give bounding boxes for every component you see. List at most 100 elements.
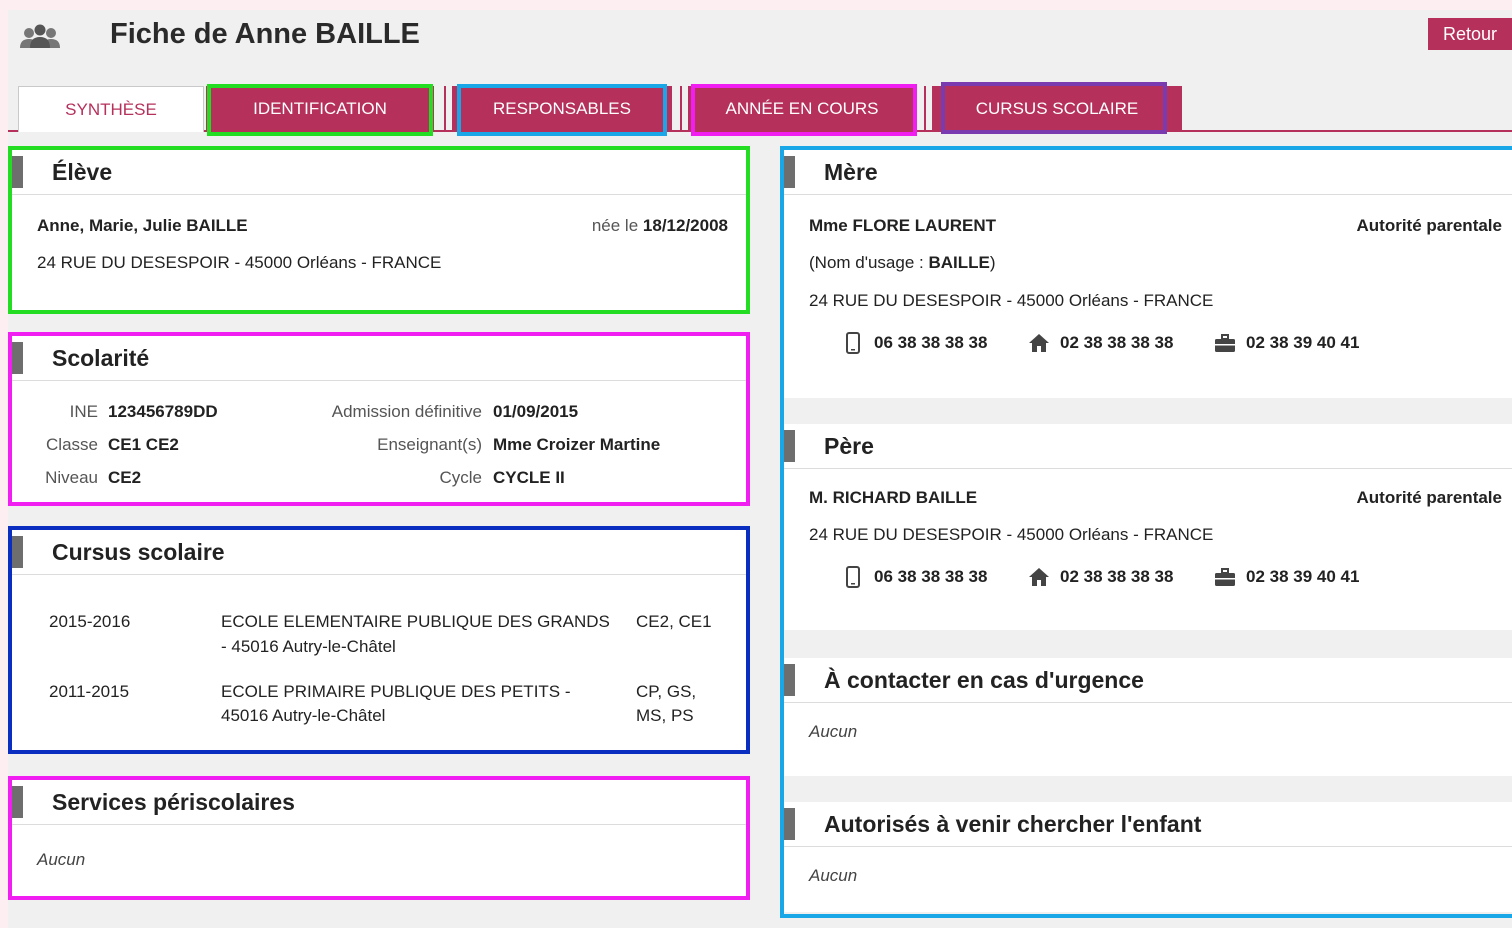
usage-prefix: (Nom d'usage : [809, 253, 929, 272]
enseignant-value: Mme Croizer Martine [493, 435, 661, 454]
periscolaire-title: Services périscolaires [52, 789, 295, 815]
eleve-title: Élève [52, 159, 113, 185]
ine-value: 123456789DD [108, 402, 218, 421]
mobile-number: 06 38 38 38 38 [874, 333, 988, 352]
classe-label: Classe [46, 435, 98, 454]
mobile-phone-icon [846, 332, 860, 354]
home-icon [1029, 334, 1049, 352]
autorises-panel: Autorisés à venir chercher l'enfant Aucu… [784, 802, 1512, 912]
cursus-row-school-city: 45016 Autry-le-Châtel [221, 706, 386, 725]
mere-work[interactable]: 02 38 39 40 41 [1214, 332, 1359, 354]
mere-name: Mme FLORE LAURENT [809, 216, 996, 235]
usage-name: BAILLE [928, 253, 990, 272]
mere-address: 24 RUE DU DESESPOIR - 45000 Orléans - FR… [809, 291, 1214, 310]
section-bar [784, 430, 795, 462]
tab-cursus-scolaire[interactable]: CURSUS SCOLAIRE [932, 86, 1182, 132]
urgence-header: À contacter en cas d'urgence [784, 658, 1512, 703]
scolarite-header: Scolarité [12, 336, 746, 381]
page: Fiche de Anne BAILLE Retour SYNTHÈSE IDE… [8, 10, 1512, 928]
cursus-row-school: ECOLE PRIMAIRE PUBLIQUE DES PETITS - [221, 682, 571, 701]
pere-mobile[interactable]: 06 38 38 38 38 [842, 566, 987, 588]
pere-panel: Père M. RICHARD BAILLE Autorité parental… [784, 424, 1512, 630]
mere-home[interactable]: 02 38 38 38 38 [1028, 332, 1173, 354]
mere-title: Mère [824, 159, 878, 185]
autorises-header: Autorisés à venir chercher l'enfant [784, 802, 1512, 847]
tab-annee-en-cours[interactable]: ANNÉE EN COURS [688, 86, 916, 132]
niveau-label: Niveau [45, 468, 98, 487]
briefcase-icon [1215, 568, 1235, 586]
eleve-birth: née le 18/12/2008 [592, 216, 728, 236]
birth-label: née le [591, 216, 639, 235]
eleve-address: 24 RUE DU DESESPOIR - 45000 Orléans - FR… [37, 253, 442, 272]
mere-panel: Mère Mme FLORE LAURENT Autorité parental… [784, 150, 1512, 398]
cycle-label: Cycle [439, 468, 482, 487]
tab-responsables[interactable]: RESPONSABLES [452, 86, 672, 132]
mere-header: Mère [784, 150, 1512, 195]
periscolaire-panel: Services périscolaires Aucun [12, 780, 746, 896]
section-bar [12, 156, 23, 188]
admission-value: 01/09/2015 [493, 402, 579, 421]
pere-header: Père [784, 424, 1512, 469]
usage-suffix: ) [989, 253, 996, 272]
autorises-value: Aucun [809, 866, 858, 885]
section-bar [784, 664, 795, 696]
tab-divider [444, 86, 446, 130]
home-number: 02 38 38 38 38 [1060, 333, 1174, 352]
people-icon [20, 24, 60, 48]
section-bar [12, 786, 23, 818]
section-bar [12, 342, 23, 374]
mere-authority: Autorité parentale [1356, 216, 1502, 235]
cursus-panel: Cursus scolaire 2015-2016 ECOLE ELEMENTA… [12, 530, 746, 750]
tab-divider [680, 86, 682, 130]
cursus-row-levels: CE2, CE1 [636, 612, 712, 631]
scolarite-title: Scolarité [52, 345, 150, 371]
work-number: 02 38 39 40 41 [1246, 567, 1360, 586]
pere-name: M. RICHARD BAILLE [809, 488, 978, 507]
cursus-row-school: ECOLE ELEMENTAIRE PUBLIQUE DES GRANDS [221, 612, 610, 631]
niveau-value: CE2 [108, 468, 142, 487]
tab-bar: SYNTHÈSE IDENTIFICATION RESPONSABLES ANN… [8, 86, 1512, 132]
cursus-row-levels-cont: MS, PS [636, 706, 694, 725]
briefcase-icon [1215, 334, 1235, 352]
pere-home[interactable]: 02 38 38 38 38 [1028, 566, 1173, 588]
work-number: 02 38 39 40 41 [1246, 333, 1360, 352]
ine-label: INE [69, 402, 98, 421]
back-button[interactable]: Retour [1428, 18, 1512, 50]
section-bar [784, 808, 795, 840]
periscolaire-header: Services périscolaires [12, 780, 746, 825]
mobile-phone-icon [846, 566, 860, 588]
periscolaire-value: Aucun [37, 850, 86, 869]
urgence-title: À contacter en cas d'urgence [824, 667, 1144, 693]
section-bar [784, 156, 795, 188]
urgence-value: Aucun [809, 722, 858, 741]
birth-date: 18/12/2008 [642, 216, 728, 235]
home-icon [1029, 568, 1049, 586]
autorises-title: Autorisés à venir chercher l'enfant [824, 811, 1202, 837]
pere-work[interactable]: 02 38 39 40 41 [1214, 566, 1359, 588]
scolarite-panel: Scolarité INE 123456789DD Classe CE1 CE2… [12, 336, 746, 502]
classe-value: CE1 CE2 [108, 435, 179, 454]
home-number: 02 38 38 38 38 [1060, 567, 1174, 586]
cursus-title: Cursus scolaire [52, 539, 225, 565]
eleve-panel: Élève Anne, Marie, Julie BAILLE née le 1… [12, 150, 746, 310]
pere-authority: Autorité parentale [1356, 488, 1502, 507]
cursus-header: Cursus scolaire [12, 530, 746, 575]
urgence-panel: À contacter en cas d'urgence Aucun [784, 658, 1512, 776]
pere-title: Père [824, 433, 874, 459]
page-title: Fiche de Anne BAILLE [110, 18, 420, 50]
eleve-name: Anne, Marie, Julie BAILLE [37, 216, 248, 235]
mere-mobile[interactable]: 06 38 38 38 38 [842, 332, 987, 354]
enseignant-label: Enseignant(s) [377, 435, 482, 454]
cursus-row-years: 2015-2016 [49, 612, 131, 631]
section-bar [12, 536, 23, 568]
cursus-row-school-city: - 45016 Autry-le-Châtel [221, 637, 396, 656]
tab-divider [924, 86, 926, 130]
tab-synthese[interactable]: SYNTHÈSE [18, 86, 204, 132]
cursus-row-levels: CP, GS, [636, 682, 697, 701]
mobile-number: 06 38 38 38 38 [874, 567, 988, 586]
pere-address: 24 RUE DU DESESPOIR - 45000 Orléans - FR… [809, 525, 1214, 544]
eleve-header: Élève [12, 150, 746, 195]
admission-label: Admission définitive [331, 402, 482, 421]
cycle-value: CYCLE II [493, 468, 565, 487]
tab-identification[interactable]: IDENTIFICATION [206, 86, 434, 132]
